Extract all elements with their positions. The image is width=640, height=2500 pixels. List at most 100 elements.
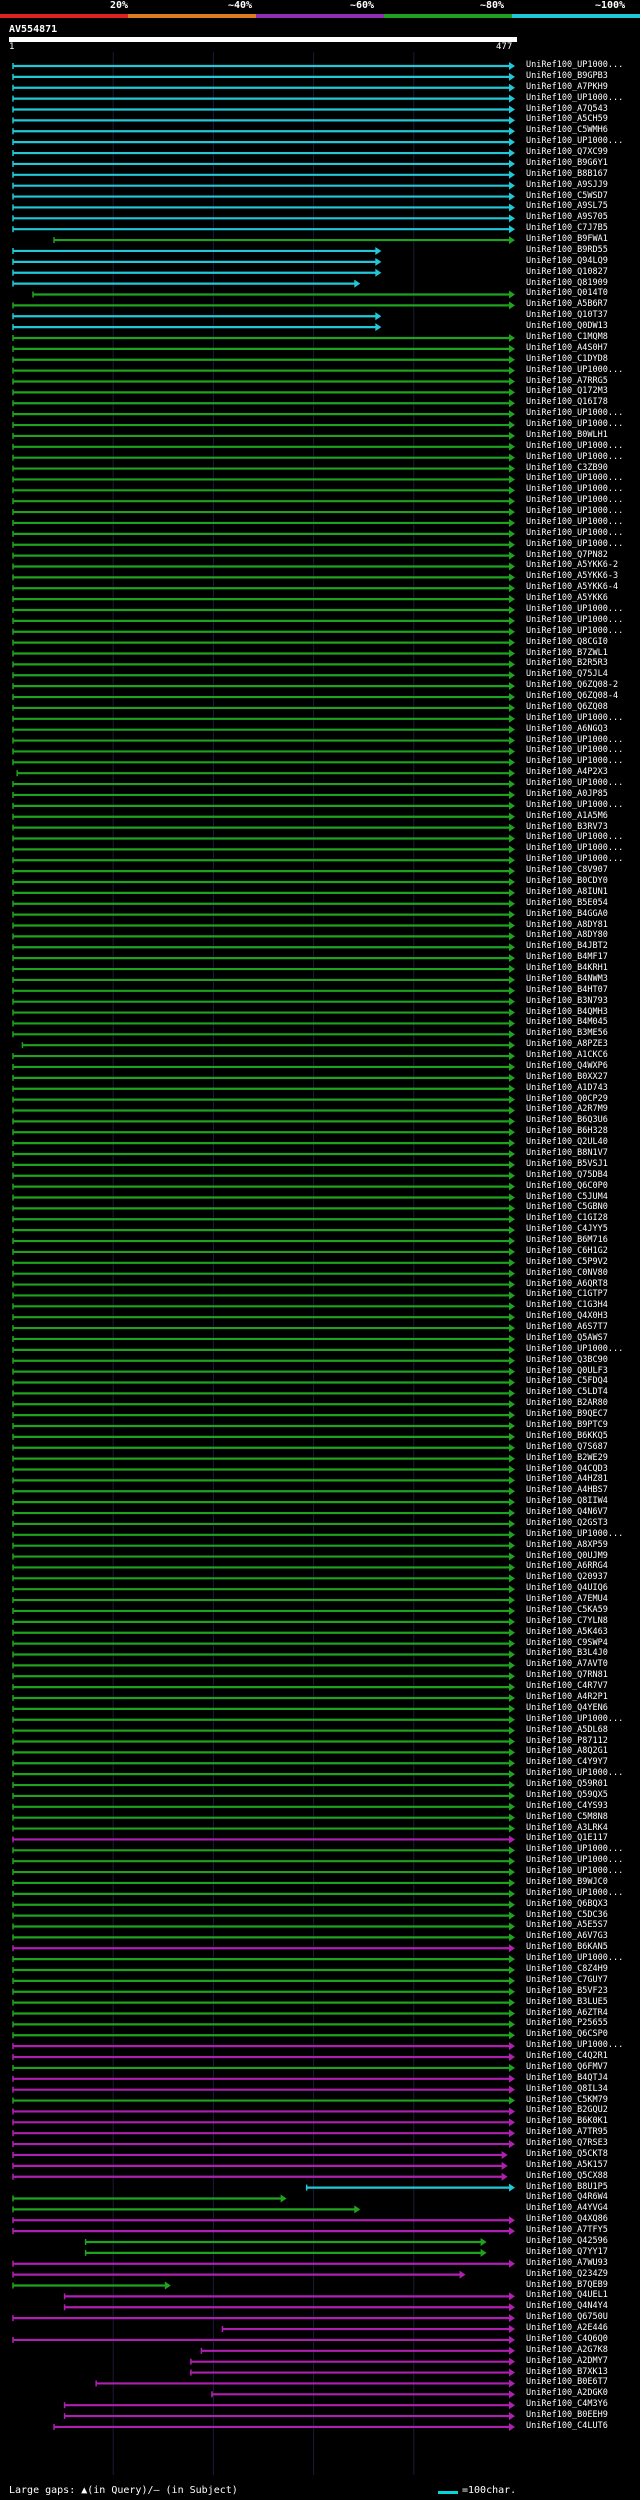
hit-label[interactable]: UniRef100_Q4XQ86 bbox=[526, 2214, 608, 2224]
hit-label[interactable]: UniRef100_B6K0K1 bbox=[526, 2116, 608, 2126]
hit-row[interactable] bbox=[12, 1237, 515, 1246]
hit-row[interactable] bbox=[12, 899, 515, 908]
hit-label[interactable]: UniRef100_Q81909 bbox=[526, 278, 608, 288]
hit-label[interactable]: UniRef100_A4S0H7 bbox=[526, 343, 608, 353]
hit-row[interactable] bbox=[305, 2183, 515, 2192]
hit-row[interactable] bbox=[12, 584, 515, 593]
hit-row[interactable] bbox=[95, 2379, 515, 2388]
hit-row[interactable] bbox=[12, 1791, 515, 1800]
hit-row[interactable] bbox=[12, 1204, 515, 1213]
hit-label[interactable]: UniRef100_B3N793 bbox=[526, 996, 608, 1006]
hit-label[interactable]: UniRef100_B4HT07 bbox=[526, 985, 608, 995]
hit-row[interactable] bbox=[12, 1748, 515, 1757]
hit-label[interactable]: UniRef100_C4YS93 bbox=[526, 1801, 608, 1811]
hit-row[interactable] bbox=[12, 1171, 515, 1180]
hit-row[interactable] bbox=[12, 246, 382, 255]
hit-label[interactable]: UniRef100_B0CDY0 bbox=[526, 876, 608, 886]
hit-label[interactable]: UniRef100_A1A5M6 bbox=[526, 811, 608, 821]
hit-label[interactable]: UniRef100_C7YLN8 bbox=[526, 1616, 608, 1626]
hit-label[interactable]: UniRef100_B4JBT2 bbox=[526, 941, 608, 951]
hit-label[interactable]: UniRef100_B9FWA1 bbox=[526, 234, 608, 244]
hit-label[interactable]: UniRef100_Q59QX5 bbox=[526, 1790, 608, 1800]
hit-label[interactable]: UniRef100_B7ZWL1 bbox=[526, 648, 608, 658]
hit-row[interactable] bbox=[12, 921, 515, 930]
hit-label[interactable]: UniRef100_B8N1V7 bbox=[526, 1148, 608, 1158]
hit-row[interactable] bbox=[12, 812, 515, 821]
hit-label[interactable]: UniRef100_B8B167 bbox=[526, 169, 608, 179]
hit-row[interactable] bbox=[12, 2216, 515, 2225]
hit-label[interactable]: UniRef100_Q94LQ9 bbox=[526, 256, 608, 266]
hit-row[interactable] bbox=[12, 1552, 515, 1561]
hit-label[interactable]: UniRef100_C5GBN0 bbox=[526, 1202, 608, 1212]
hit-row[interactable] bbox=[12, 747, 515, 756]
hit-label[interactable]: UniRef100_Q20937 bbox=[526, 1572, 608, 1582]
hit-label[interactable]: UniRef100_Q8IL34 bbox=[526, 2084, 608, 2094]
hit-row[interactable] bbox=[12, 1052, 515, 1061]
hit-row[interactable] bbox=[12, 595, 515, 604]
hit-row[interactable] bbox=[12, 1944, 515, 1953]
hit-label[interactable]: UniRef100_A6ZTR4 bbox=[526, 2008, 608, 2018]
hit-row[interactable] bbox=[12, 410, 515, 419]
hit-row[interactable] bbox=[12, 1846, 515, 1855]
hit-label[interactable]: UniRef100_A2G7K8 bbox=[526, 2345, 608, 2355]
hit-row[interactable] bbox=[12, 1073, 515, 1082]
hit-label[interactable]: UniRef100_A7WU93 bbox=[526, 2258, 608, 2268]
hit-row[interactable] bbox=[12, 986, 515, 995]
hit-label[interactable]: UniRef100_UP1000... bbox=[526, 1768, 623, 1778]
hit-row[interactable] bbox=[12, 2259, 515, 2268]
hit-row[interactable] bbox=[12, 1857, 515, 1866]
hit-label[interactable]: UniRef100_UP1000... bbox=[526, 528, 623, 538]
hit-label[interactable]: UniRef100_B3RV73 bbox=[526, 822, 608, 832]
hit-row[interactable] bbox=[12, 1596, 515, 1605]
hit-label[interactable]: UniRef100_Q0ULF3 bbox=[526, 1366, 608, 1376]
hit-row[interactable] bbox=[12, 540, 515, 549]
hit-label[interactable]: UniRef100_C4JYY5 bbox=[526, 1224, 608, 1234]
hit-row[interactable] bbox=[53, 2422, 515, 2431]
hit-row[interactable] bbox=[12, 2205, 361, 2214]
hit-label[interactable]: UniRef100_C4R7V7 bbox=[526, 1681, 608, 1691]
hit-row[interactable] bbox=[12, 649, 515, 658]
hit-label[interactable]: UniRef100_B9RD55 bbox=[526, 245, 608, 255]
hit-row[interactable] bbox=[12, 1258, 515, 1267]
hit-row[interactable] bbox=[12, 2281, 171, 2290]
hit-label[interactable]: UniRef100_C1GTP7 bbox=[526, 1289, 608, 1299]
hit-label[interactable]: UniRef100_Q6BQX3 bbox=[526, 1899, 608, 1909]
hit-label[interactable]: UniRef100_Q7RSE3 bbox=[526, 2138, 608, 2148]
hit-label[interactable]: UniRef100_Q10T37 bbox=[526, 310, 608, 320]
hit-label[interactable]: UniRef100_Q3BC90 bbox=[526, 1355, 608, 1365]
hit-row[interactable] bbox=[12, 682, 515, 691]
hit-row[interactable] bbox=[63, 2412, 515, 2421]
hit-label[interactable]: UniRef100_C4Q6Q0 bbox=[526, 2334, 608, 2344]
hit-row[interactable] bbox=[12, 464, 515, 473]
hit-label[interactable]: UniRef100_B9QEC7 bbox=[526, 1409, 608, 1419]
hit-row[interactable] bbox=[12, 1378, 515, 1387]
hit-row[interactable] bbox=[12, 1519, 515, 1528]
hit-label[interactable]: UniRef100_B4KRH1 bbox=[526, 963, 608, 973]
hit-row[interactable] bbox=[12, 1563, 515, 1572]
hit-label[interactable]: UniRef100_C0NV80 bbox=[526, 1268, 608, 1278]
hit-label[interactable]: UniRef100_UP1000... bbox=[526, 713, 623, 723]
hit-row[interactable] bbox=[12, 442, 515, 451]
hit-row[interactable] bbox=[12, 888, 515, 897]
hit-row[interactable] bbox=[12, 323, 382, 332]
hit-row[interactable] bbox=[12, 518, 515, 527]
hit-row[interactable] bbox=[12, 366, 515, 375]
hit-label[interactable]: UniRef100_A4P2X3 bbox=[526, 767, 608, 777]
hit-row[interactable] bbox=[12, 2053, 515, 2062]
hit-label[interactable]: UniRef100_C4LUT6 bbox=[526, 2421, 608, 2431]
hit-row[interactable] bbox=[12, 72, 515, 81]
hit-row[interactable] bbox=[12, 780, 515, 789]
hit-row[interactable] bbox=[12, 975, 515, 984]
hit-label[interactable]: UniRef100_B4QTJ4 bbox=[526, 2073, 608, 2083]
hit-label[interactable]: UniRef100_B6KAN5 bbox=[526, 1942, 608, 1952]
hit-row[interactable] bbox=[12, 1193, 515, 1202]
hit-row[interactable] bbox=[12, 671, 515, 680]
hit-row[interactable] bbox=[12, 1813, 515, 1822]
hit-label[interactable]: UniRef100_A8DY80 bbox=[526, 930, 608, 940]
hit-row[interactable] bbox=[12, 1454, 515, 1463]
hit-row[interactable] bbox=[12, 138, 515, 147]
hit-row[interactable] bbox=[12, 497, 515, 506]
hit-label[interactable]: UniRef100_UP1000... bbox=[526, 441, 623, 451]
hit-row[interactable] bbox=[12, 758, 515, 767]
hit-label[interactable]: UniRef100_C1GI28 bbox=[526, 1213, 608, 1223]
